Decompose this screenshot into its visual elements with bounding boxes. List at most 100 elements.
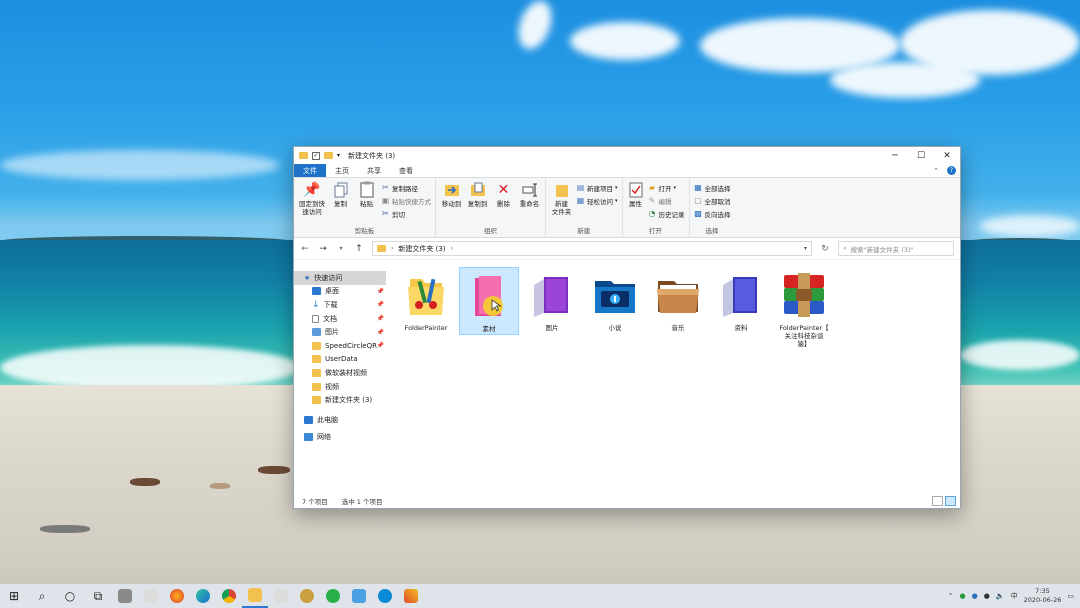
nav-item-documents[interactable]: 文档 📌 [294,312,386,326]
nav-network[interactable]: 网络 [294,431,386,445]
paste-button[interactable]: 粘贴 [355,181,378,225]
copy-button[interactable]: 复制 [329,181,352,225]
search-box[interactable]: ⌕ 搜索"新建文件夹 (3)" [838,241,954,256]
move-to-button[interactable]: 移动到 [440,181,463,225]
nav-network-label: 网络 [317,433,331,442]
open-button[interactable]: ▰ 打开 ▾ [648,182,685,193]
large-icons-view-button[interactable] [945,495,956,506]
history-button[interactable]: ◔ 历史记录 [648,208,685,219]
tray-app-icon[interactable]: ● [984,592,990,600]
wechat-icon[interactable] [320,584,346,608]
tray-app-icon[interactable]: ● [960,592,966,600]
taskbar-app-icon[interactable] [346,584,372,608]
network-icon [304,433,313,442]
tray-chevron-icon[interactable]: ⌃ [948,592,954,600]
pin-quick-access-button[interactable]: 📌 固定到快 速访问 [298,181,326,225]
blue-info-folder-icon [591,271,639,319]
new-folder-button[interactable]: 新建 文件夹 [550,181,573,225]
copy-path-button[interactable]: ✂ 复制路径 [381,182,431,193]
notification-icon[interactable]: ▭ [1067,592,1074,600]
close-button[interactable]: ✕ [934,147,960,164]
file-item-xiaoshuo[interactable]: 小说 [585,267,645,335]
file-item-ziliao[interactable]: 资料 [711,267,771,335]
paste-shortcut-button[interactable]: ▣ 粘贴快捷方式 [381,195,431,206]
taskbar-app-icon[interactable] [268,584,294,608]
file-item-folderpainter[interactable]: FolderPainter [396,267,456,335]
maximize-button[interactable]: ☐ [908,147,934,164]
chevron-down-icon[interactable]: ▾ [337,152,340,159]
chrome-icon[interactable] [216,584,242,608]
open-group-label: 打开 [649,227,663,235]
copy-to-label: 复制到 [467,200,488,208]
refresh-icon[interactable]: ↻ [820,244,830,254]
tab-file[interactable]: 文件 [294,164,326,177]
nav-item-desktop[interactable]: 桌面 📌 [294,285,386,299]
volume-icon[interactable]: 🔈 [996,592,1005,600]
taskbar-app-store-icon[interactable] [112,584,138,608]
start-windows-icon[interactable]: ⊞ [0,584,28,608]
help-icon[interactable]: ? [947,166,956,175]
new-item-button[interactable]: ▤ 新建项目 ▾ [576,182,618,193]
file-name: 小说 [608,324,622,332]
copy-to-button[interactable]: 复制到 [466,181,489,225]
input-method-indicator[interactable]: 中 [1011,591,1018,601]
edit-button[interactable]: ✎ 编辑 [648,195,685,206]
file-item-sucai[interactable]: 素材 [459,267,519,335]
delete-button[interactable]: ✕ 删除 [492,181,515,225]
file-explorer-icon[interactable] [242,584,268,608]
minimize-button[interactable]: ─ [882,147,908,164]
details-view-button[interactable] [932,495,943,506]
title-bar: ✓ ▾ 新建文件夹 (3) ─ ☐ ✕ [294,147,960,164]
taskbar-app-icon[interactable] [138,584,164,608]
address-dropdown-icon[interactable]: ▾ [804,245,807,252]
easy-access-button[interactable]: ▦ 轻松访问 ▾ [576,195,618,206]
select-none-button[interactable]: ▢ 全部取消 [694,195,730,206]
forward-arrow-icon[interactable]: → [318,244,328,254]
chevron-down-icon: ▾ [615,184,618,191]
copy-path-label: 复制路径 [392,184,418,193]
document-icon [312,314,319,323]
nav-item-downloads[interactable]: ↓ 下载 📌 [294,298,386,312]
nav-item-pictures[interactable]: 图片 📌 [294,325,386,339]
back-arrow-icon[interactable]: ← [300,244,310,254]
collapse-ribbon-icon[interactable]: ⌃ [933,167,939,175]
cut-button[interactable]: ✂ 剪切 [381,208,431,219]
nav-item-video-material[interactable]: 做软装材视频 [294,366,386,380]
taskbar-app-icon[interactable] [294,584,320,608]
file-item-tupian[interactable]: 图片 [522,267,582,335]
nav-item-userdata[interactable]: UserData [294,353,386,367]
nav-item-label: 新建文件夹 (3) [325,396,373,405]
move-to-icon [444,181,460,198]
nav-item-label: 视频 [325,382,339,391]
rename-button[interactable]: 重命名 [518,181,541,225]
tab-view[interactable]: 查看 [390,164,422,177]
nav-this-pc[interactable]: 此电脑 [294,413,386,427]
clock[interactable]: 7:35 2020-06-26 [1024,587,1062,605]
select-all-button[interactable]: ▦ 全部选择 [694,182,730,193]
firefox-icon[interactable] [164,584,190,608]
file-item-yinyue[interactable]: 音乐 [648,267,708,335]
skype-icon[interactable] [372,584,398,608]
tab-home[interactable]: 主页 [326,164,358,177]
nav-item-videos[interactable]: 视频 [294,380,386,394]
paint-icon[interactable] [398,584,424,608]
up-arrow-icon[interactable]: ↑ [354,244,364,254]
pin-icon: 📌 [376,328,384,336]
tab-share[interactable]: 共享 [358,164,390,177]
task-view-icon[interactable]: ⧉ [84,584,112,608]
new-folder-qa-icon[interactable] [324,152,333,159]
address-field[interactable]: › 新建文件夹 (3) › ▾ [372,241,812,256]
invert-selection-button[interactable]: ▩ 反向选择 [694,208,730,219]
recent-chevron-icon[interactable]: ▾ [336,245,346,252]
edge-icon[interactable] [190,584,216,608]
properties-qa-icon[interactable]: ✓ [312,151,320,160]
file-item-folderpainter-rar[interactable]: FolderPainter【 关注科技杂谈 猿】 [774,267,834,348]
breadcrumb-folder[interactable]: 新建文件夹 (3) [398,244,445,254]
nav-quick-access[interactable]: ★ 快速访问 [294,271,386,285]
search-icon[interactable]: ⌕ [28,584,56,608]
nav-item-new-folder-3[interactable]: 新建文件夹 (3) [294,393,386,407]
cortana-icon[interactable]: ○ [56,584,84,608]
properties-button[interactable]: 属性 [627,181,645,225]
tray-app-icon[interactable]: ● [972,592,978,600]
nav-item-speedcircleqr[interactable]: SpeedCircleQR 📌 [294,339,386,353]
